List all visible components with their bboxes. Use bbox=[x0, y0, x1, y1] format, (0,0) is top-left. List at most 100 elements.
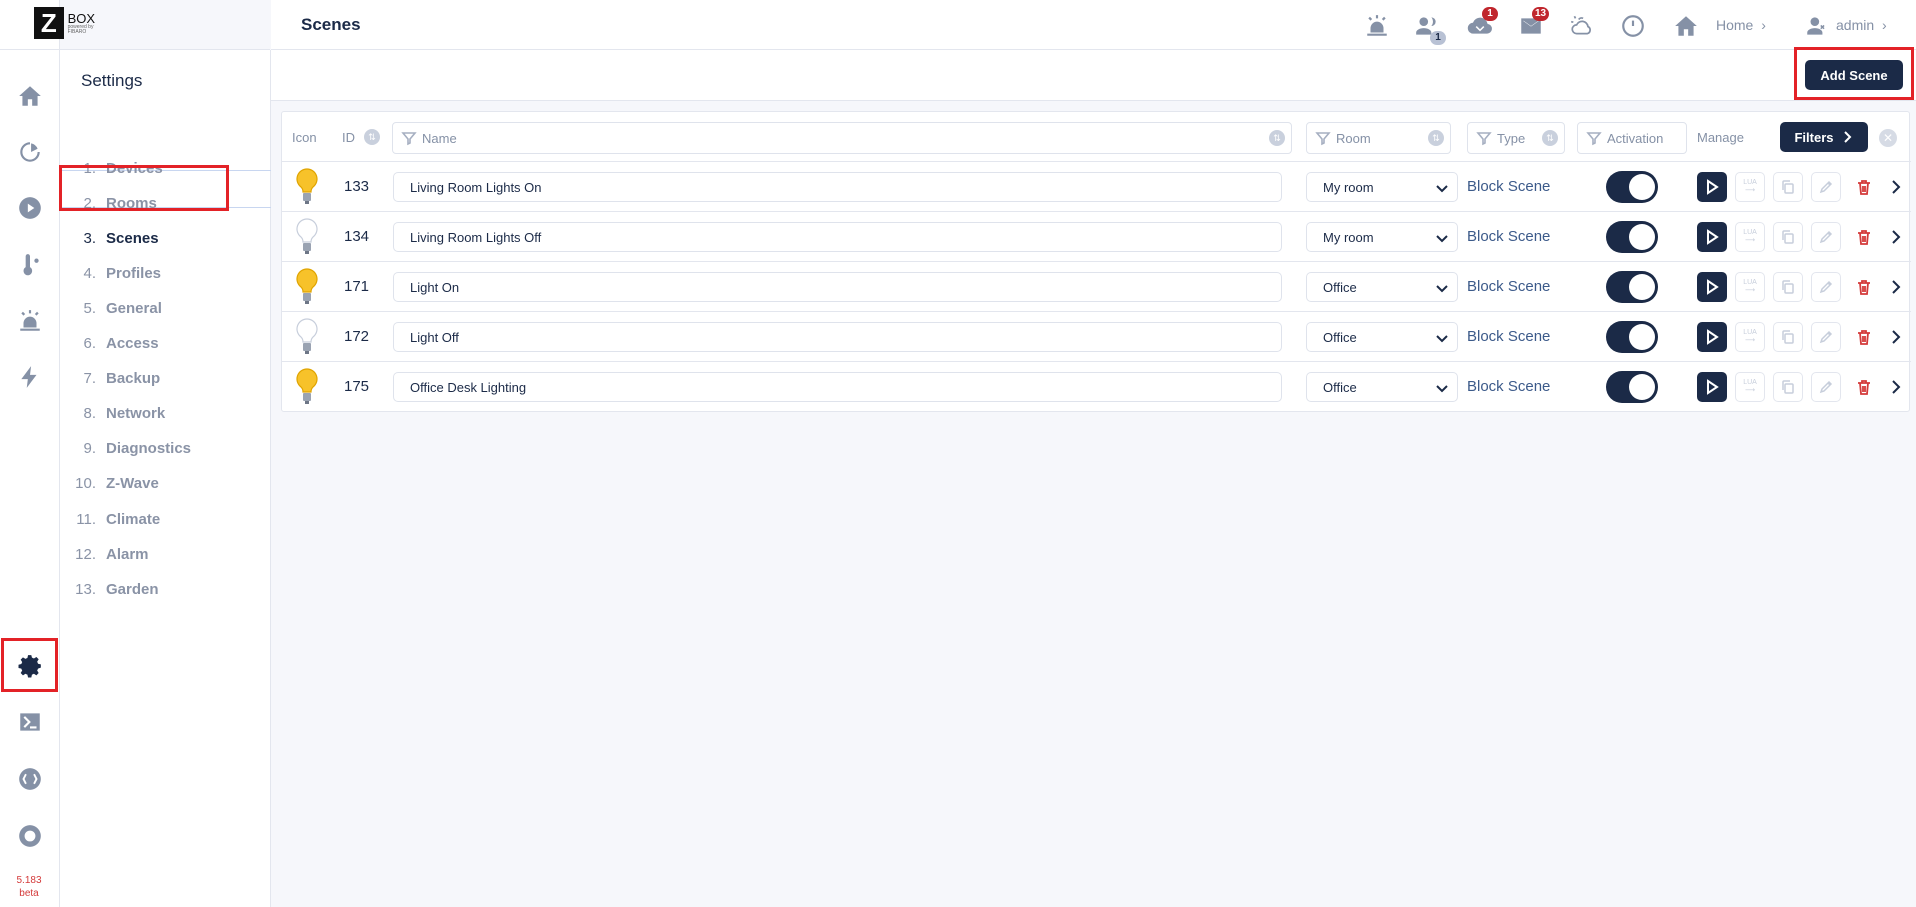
copy-scene-button[interactable] bbox=[1773, 322, 1803, 352]
edit-scene-button[interactable] bbox=[1811, 322, 1841, 352]
scene-type-link[interactable]: Block Scene bbox=[1467, 228, 1550, 245]
delete-scene-button[interactable] bbox=[1849, 372, 1879, 402]
menu-item-garden[interactable]: 13. Garden bbox=[60, 572, 271, 606]
run-scene-button[interactable] bbox=[1697, 272, 1727, 302]
energy-bolt-icon[interactable] bbox=[14, 361, 46, 393]
users-icon[interactable]: 1 bbox=[1412, 11, 1446, 45]
activation-toggle[interactable] bbox=[1606, 271, 1658, 303]
edit-scene-button[interactable] bbox=[1811, 222, 1841, 252]
convert-to-lua-button[interactable]: LUA ⟶ bbox=[1735, 322, 1765, 352]
room-select[interactable]: Office bbox=[1306, 372, 1458, 402]
sort-name-icon[interactable]: ⇅ bbox=[1269, 130, 1285, 146]
scene-type-link[interactable]: Block Scene bbox=[1467, 178, 1550, 195]
alarm-siren-icon[interactable] bbox=[14, 305, 46, 337]
menu-item-general[interactable]: 5. General bbox=[60, 291, 271, 325]
copy-scene-button[interactable] bbox=[1773, 272, 1803, 302]
home-link[interactable]: Home › bbox=[1716, 17, 1766, 33]
type-filter-input[interactable]: Type ⇅ bbox=[1467, 122, 1565, 154]
filters-button[interactable]: Filters bbox=[1780, 122, 1868, 152]
room-filter-input[interactable]: Room ⇅ bbox=[1306, 122, 1451, 154]
delete-scene-button[interactable] bbox=[1849, 272, 1879, 302]
menu-item-climate[interactable]: 11. Climate bbox=[60, 502, 271, 536]
expand-row-chevron-icon[interactable] bbox=[1889, 329, 1903, 345]
room-select[interactable]: My room bbox=[1306, 172, 1458, 202]
support-lifebuoy-icon[interactable] bbox=[14, 820, 46, 852]
expand-row-chevron-icon[interactable] bbox=[1889, 379, 1903, 395]
clock-icon[interactable] bbox=[1618, 11, 1648, 41]
activation-filter-input[interactable]: Activation bbox=[1577, 122, 1687, 154]
activation-toggle[interactable] bbox=[1606, 221, 1658, 253]
weather-icon[interactable] bbox=[1567, 11, 1597, 41]
expand-row-chevron-icon[interactable] bbox=[1889, 279, 1903, 295]
menu-item-diagnostics[interactable]: 9. Diagnostics bbox=[60, 432, 271, 466]
user-settings-icon[interactable] bbox=[1802, 11, 1832, 41]
home-icon[interactable] bbox=[1671, 11, 1701, 41]
col-id-header: ID bbox=[342, 130, 355, 145]
convert-to-lua-button[interactable]: LUA ⟶ bbox=[1735, 372, 1765, 402]
run-scene-button[interactable] bbox=[1697, 372, 1727, 402]
room-select-value: My room bbox=[1323, 229, 1374, 245]
lua-label: LUA bbox=[1743, 229, 1757, 236]
activation-toggle[interactable] bbox=[1606, 171, 1658, 203]
filter-funnel-icon bbox=[1476, 130, 1492, 146]
scene-type-link[interactable]: Block Scene bbox=[1467, 278, 1550, 295]
menu-item-alarm[interactable]: 12. Alarm bbox=[60, 537, 271, 571]
menu-item-profiles[interactable]: 4. Profiles bbox=[60, 256, 271, 290]
scene-type-link[interactable]: Block Scene bbox=[1467, 378, 1550, 395]
name-filter-input[interactable]: Name ⇅ bbox=[392, 122, 1292, 154]
scenes-play-icon[interactable] bbox=[14, 192, 46, 224]
home-icon[interactable] bbox=[14, 80, 46, 112]
scene-name-input[interactable]: Office Desk Lighting bbox=[393, 372, 1282, 402]
edit-scene-button[interactable] bbox=[1811, 372, 1841, 402]
menu-title: Settings bbox=[81, 71, 143, 90]
menu-item-z-wave[interactable]: 10. Z-Wave bbox=[60, 467, 271, 501]
dashboard-timer-icon[interactable] bbox=[14, 136, 46, 168]
run-scene-button[interactable] bbox=[1697, 172, 1727, 202]
copy-scene-button[interactable] bbox=[1773, 372, 1803, 402]
convert-to-lua-button[interactable]: LUA ⟶ bbox=[1735, 272, 1765, 302]
run-scene-button[interactable] bbox=[1697, 322, 1727, 352]
add-scene-highlight-box bbox=[1794, 47, 1914, 100]
climate-thermometer-icon[interactable] bbox=[14, 249, 46, 281]
scene-name-input[interactable]: Light On bbox=[393, 272, 1282, 302]
copy-scene-button[interactable] bbox=[1773, 172, 1803, 202]
run-scene-button[interactable] bbox=[1697, 222, 1727, 252]
col-icon-header: Icon bbox=[292, 130, 317, 145]
expand-row-chevron-icon[interactable] bbox=[1889, 179, 1903, 195]
convert-to-lua-button[interactable]: LUA ⟶ bbox=[1735, 222, 1765, 252]
room-select[interactable]: My room bbox=[1306, 222, 1458, 252]
sort-type-icon[interactable]: ⇅ bbox=[1542, 130, 1558, 146]
sort-room-icon[interactable]: ⇅ bbox=[1428, 130, 1444, 146]
scene-type-link[interactable]: Block Scene bbox=[1467, 328, 1550, 345]
menu-item-scenes[interactable]: 3. Scenes bbox=[60, 221, 271, 255]
scene-id: 175 bbox=[344, 378, 370, 395]
alarm-siren-icon[interactable] bbox=[1362, 11, 1392, 41]
activation-toggle[interactable] bbox=[1606, 321, 1658, 353]
menu-item-backup[interactable]: 7. Backup bbox=[60, 362, 271, 396]
scene-name-input[interactable]: Light Off bbox=[393, 322, 1282, 352]
scene-name-input[interactable]: Living Room Lights On bbox=[393, 172, 1282, 202]
convert-to-lua-button[interactable]: LUA ⟶ bbox=[1735, 172, 1765, 202]
zbox-logo[interactable]: Z BOX powered by FIBARO bbox=[34, 7, 110, 39]
sort-id-icon[interactable]: ⇅ bbox=[364, 129, 380, 145]
user-menu-link[interactable]: admin › bbox=[1836, 17, 1887, 33]
delete-scene-button[interactable] bbox=[1849, 322, 1879, 352]
activation-toggle[interactable] bbox=[1606, 371, 1658, 403]
api-globe-icon[interactable] bbox=[14, 763, 46, 795]
copy-scene-button[interactable] bbox=[1773, 222, 1803, 252]
menu-item-access[interactable]: 6. Access bbox=[60, 327, 271, 361]
messages-envelope-icon[interactable]: 13 bbox=[1516, 7, 1550, 41]
menu-item-network[interactable]: 8. Network bbox=[60, 397, 271, 431]
delete-scene-button[interactable] bbox=[1849, 222, 1879, 252]
edit-scene-button[interactable] bbox=[1811, 172, 1841, 202]
edit-scene-button[interactable] bbox=[1811, 272, 1841, 302]
expand-row-chevron-icon[interactable] bbox=[1889, 229, 1903, 245]
terminal-icon[interactable] bbox=[14, 706, 46, 738]
room-select[interactable]: Office bbox=[1306, 322, 1458, 352]
room-select[interactable]: Office bbox=[1306, 272, 1458, 302]
scene-name-input[interactable]: Living Room Lights Off bbox=[393, 222, 1282, 252]
delete-scene-button[interactable] bbox=[1849, 172, 1879, 202]
name-filter-label: Name bbox=[422, 130, 457, 146]
clear-filters-icon[interactable]: ✕ bbox=[1879, 129, 1897, 147]
updates-cloud-icon[interactable]: 1 bbox=[1465, 7, 1498, 41]
